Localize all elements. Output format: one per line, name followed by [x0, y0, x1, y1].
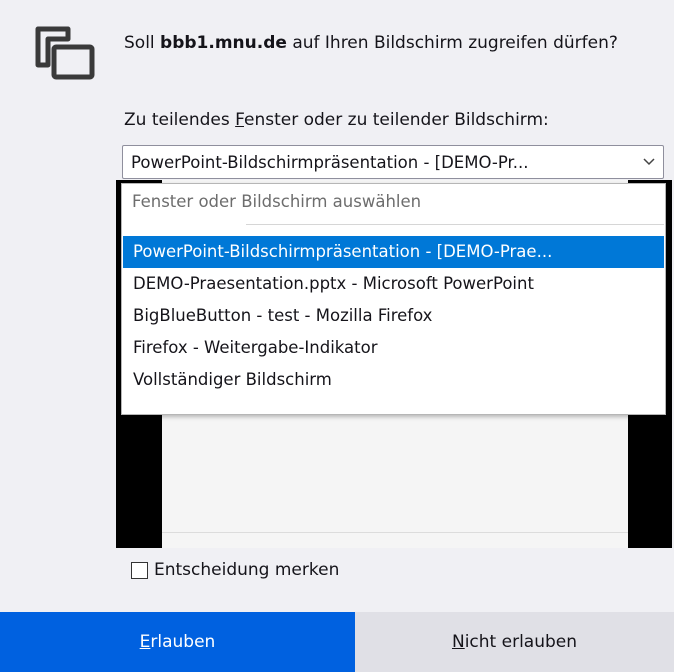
allow-button[interactable]: Erlauben: [0, 612, 355, 672]
prompt-prefix: Soll: [124, 33, 161, 53]
dropdown-placeholder: Fenster oder Bildschirm auswählen: [132, 192, 422, 211]
deny-button[interactable]: Nicht erlauben: [355, 612, 674, 672]
dropdown-option-powerpoint-presentation[interactable]: PowerPoint-Bildschirmpräsentation - [DEM…: [123, 236, 664, 268]
remember-decision-row[interactable]: Entscheidung merken: [131, 560, 339, 580]
dropdown-option-sharing-indicator[interactable]: Firefox - Weitergabe-Indikator: [123, 332, 664, 364]
deny-label: icht erlauben: [464, 632, 578, 652]
allow-label: rlauben: [150, 632, 216, 652]
screen-share-icon: [35, 26, 95, 80]
dropdown-option-powerpoint-window[interactable]: DEMO-Praesentation.pptx - Microsoft Powe…: [123, 268, 664, 300]
window-select-label: Zu teilendes Fenster oder zu teilender B…: [124, 108, 549, 132]
select-label-accesskey: F: [235, 110, 244, 130]
select-label-post: enster oder zu teilender Bildschirm:: [244, 110, 549, 130]
window-select-value: PowerPoint-Bildschirmpräsentation - [DEM…: [131, 152, 529, 172]
dropdown-option-firefox-bbb[interactable]: BigBlueButton - test - Mozilla Firefox: [123, 300, 664, 332]
chevron-down-icon[interactable]: [635, 158, 663, 166]
window-select-dropdown: Fenster oder Bildschirm auswählen PowerP…: [121, 183, 666, 415]
dropdown-option-full-screen[interactable]: Vollständiger Bildschirm: [123, 364, 664, 396]
remember-decision-checkbox[interactable]: [131, 561, 148, 579]
dropdown-separator: [246, 224, 664, 225]
window-select[interactable]: PowerPoint-Bildschirmpräsentation - [DEM…: [122, 145, 664, 179]
prompt-suffix: auf Ihren Bildschirm zugreifen dürfen?: [286, 33, 618, 53]
select-label-pre: Zu teilendes: [124, 110, 236, 130]
remember-decision-label[interactable]: Entscheidung merken: [154, 560, 339, 580]
prompt-host: bbb1.mnu.de: [160, 33, 287, 53]
permission-prompt-text: Soll bbb1.mnu.de auf Ihren Bildschirm zu…: [124, 30, 624, 56]
allow-accesskey: E: [139, 632, 151, 652]
deny-accesskey: N: [451, 632, 465, 652]
